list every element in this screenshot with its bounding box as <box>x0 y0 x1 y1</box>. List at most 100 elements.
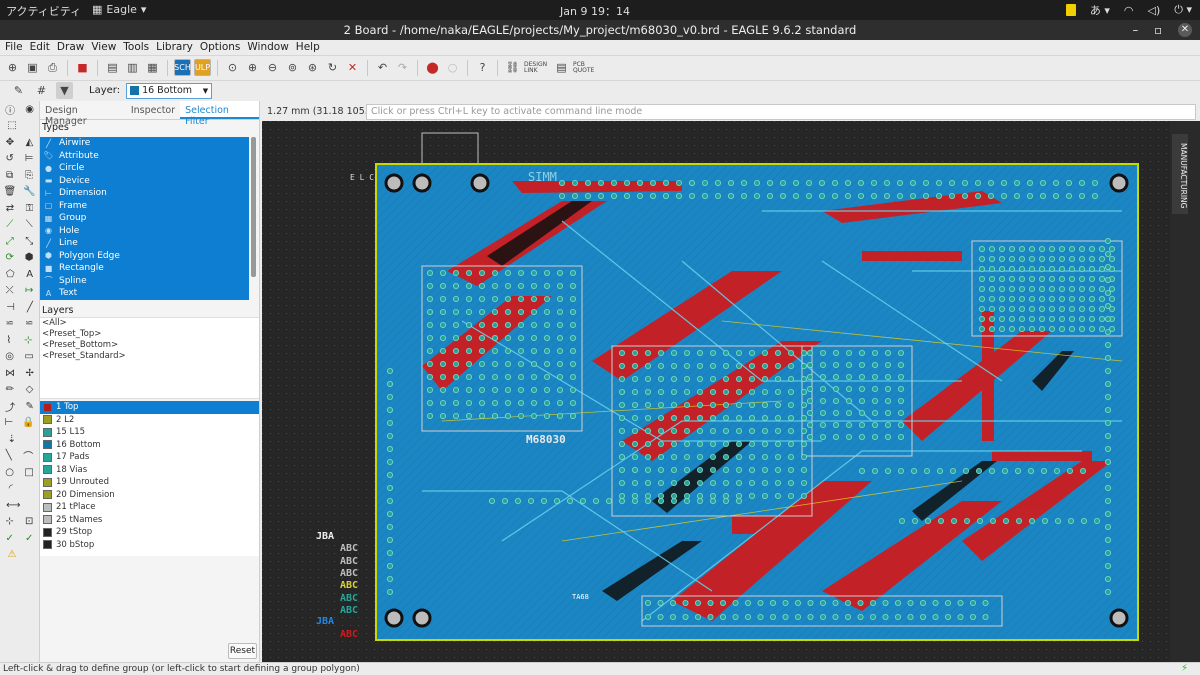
meander-icon[interactable]: ⌇ <box>6 335 11 346</box>
circle-icon[interactable]: ○ <box>5 467 14 478</box>
layer-item[interactable]: 21 tPlace <box>40 501 259 514</box>
type-item-frame[interactable]: ▢ Frame <box>40 200 249 213</box>
mark-tool-icon[interactable]: ✎ <box>25 401 33 412</box>
close-icon[interactable]: ✕ <box>1178 23 1192 37</box>
arc-draw-icon[interactable]: ◜ <box>9 483 13 494</box>
preset-item[interactable]: <Preset_Bottom> <box>40 340 259 351</box>
menu-library[interactable]: Library <box>156 40 193 54</box>
menu-view[interactable]: View <box>91 40 116 54</box>
type-item-rectangle[interactable]: ■ Rectangle <box>40 262 249 275</box>
help-icon[interactable]: ? <box>474 59 491 76</box>
info-icon[interactable]: ⓘ <box>5 102 15 117</box>
via-icon[interactable]: ⬢ <box>25 252 34 263</box>
text-icon[interactable]: A <box>26 269 33 280</box>
tab-inspector[interactable]: Inspector <box>126 101 180 119</box>
arc-icon[interactable]: ⇣ <box>8 434 16 445</box>
type-item-group[interactable]: ▦ Group <box>40 212 249 225</box>
smash-icon[interactable]: ⤫ <box>6 285 14 296</box>
rectangle-icon[interactable]: □ <box>24 467 33 478</box>
preset-item[interactable]: <Preset_Standard> <box>40 351 259 362</box>
pcb-quote-button[interactable]: PCB QUOTE <box>573 61 599 74</box>
reset-button[interactable]: Reset <box>228 643 257 659</box>
minimize-icon[interactable]: – <box>1132 23 1138 37</box>
cam-icon[interactable]: ■ <box>74 59 91 76</box>
pad-icon[interactable]: ◎ <box>5 351 14 362</box>
pcb-quote-icon[interactable]: ▤ <box>553 59 570 76</box>
type-item-airwire[interactable]: ╱ Airwire <box>40 137 249 150</box>
polygon-icon[interactable]: ⬠ <box>6 269 15 280</box>
layer-item[interactable]: 2 L2 <box>40 414 259 427</box>
drc-icon[interactable]: ✓ <box>25 533 33 544</box>
type-item-text[interactable]: A Text <box>40 287 249 300</box>
activities-button[interactable]: アクティビティ <box>6 3 81 19</box>
zoom-in-icon[interactable]: ⊕ <box>244 59 261 76</box>
design-link-button[interactable]: DESIGN LINK <box>524 61 550 74</box>
ime-indicator[interactable]: あ ▾ <box>1090 2 1110 18</box>
notes-icon[interactable] <box>1065 4 1076 16</box>
type-item-attribute[interactable]: 🏷 Attribute <box>40 150 249 163</box>
manufacturing-panel-tab[interactable]: MANUFACTURING <box>1172 134 1188 214</box>
type-item-hole[interactable]: ◉ Hole <box>40 225 249 238</box>
type-item-circle[interactable]: ● Circle <box>40 162 249 175</box>
zoom-last-icon[interactable]: ⊛ <box>304 59 321 76</box>
wire-icon[interactable]: ╲ <box>6 450 12 461</box>
ratsnest-icon[interactable]: ✕ <box>344 59 361 76</box>
menu-draw[interactable]: Draw <box>57 40 84 54</box>
lock-part-icon[interactable]: 🔒 <box>22 417 34 428</box>
redraw-icon[interactable]: ↻ <box>324 59 341 76</box>
lock-icon[interactable]: ⚿ <box>26 203 34 214</box>
layer-settings-icon[interactable]: ✎ <box>10 82 27 99</box>
menu-edit[interactable]: Edit <box>30 40 50 54</box>
stop-icon[interactable]: ⬤ <box>424 59 441 76</box>
change-tool-icon[interactable]: ◇ <box>26 384 34 395</box>
group-select-icon[interactable]: ⬚ <box>7 120 16 131</box>
menu-options[interactable]: Options <box>200 40 241 54</box>
command-line-input[interactable]: Click or press Ctrl+L key to activate co… <box>366 104 1196 120</box>
type-item-line[interactable]: ╱ Line <box>40 237 249 250</box>
layer-item[interactable]: 16 Bottom <box>40 439 259 452</box>
clock[interactable]: Jan 9 19：14 <box>560 3 630 19</box>
smd-icon[interactable]: ▭ <box>24 351 33 362</box>
design-link-icon[interactable]: ⛓ <box>504 59 521 76</box>
go-icon[interactable]: ○ <box>444 59 461 76</box>
zoom-out-icon[interactable]: ⊖ <box>264 59 281 76</box>
replace-icon[interactable]: ⇄ <box>6 203 14 214</box>
delete-icon[interactable]: 🗑 <box>3 186 16 197</box>
attribute-icon[interactable]: ✏ <box>6 384 14 395</box>
restore-icon[interactable]: ▫ <box>1154 23 1162 37</box>
slice-icon[interactable]: ⟳ <box>5 252 13 263</box>
name-icon[interactable]: ⋍ <box>6 318 14 329</box>
save-icon[interactable]: ▣ <box>24 59 41 76</box>
measure-icon[interactable]: ⟷ <box>6 500 20 511</box>
layer-item[interactable]: 15 L15 <box>40 426 259 439</box>
board-icon[interactable]: ▤ <box>104 59 121 76</box>
preset-item[interactable]: <All> <box>40 318 259 329</box>
optimize-icon[interactable]: ⤡ <box>25 236 33 247</box>
change-icon[interactable]: 🔧 <box>23 186 35 197</box>
lightning-icon[interactable]: ⚡ <box>1181 663 1188 675</box>
rotate-icon[interactable]: ↺ <box>5 153 13 164</box>
filter-icon[interactable]: ▼ <box>56 82 73 99</box>
autoroute-icon[interactable]: ⊹ <box>24 335 32 346</box>
drc-route-icon[interactable]: ⤴ <box>5 399 15 414</box>
copy-icon[interactable]: ⧉ <box>6 170 13 181</box>
layer-item[interactable]: 17 Pads <box>40 451 259 464</box>
layer-item[interactable]: 1 Top <box>40 401 259 414</box>
ratsnest-tool-icon[interactable]: ⋈ <box>5 368 15 379</box>
move-icon[interactable]: ✥ <box>6 137 14 148</box>
print-icon[interactable]: ⎙ <box>44 59 61 76</box>
schematic-switch-button[interactable]: SCH <box>174 59 191 76</box>
ripup-icon[interactable]: ⟍ <box>26 219 33 230</box>
redo-icon[interactable]: ↷ <box>394 59 411 76</box>
preset-item[interactable]: <Preset_Top> <box>40 329 259 340</box>
grid-icon[interactable]: # <box>33 82 50 99</box>
curve-icon[interactable]: ⌒ <box>23 448 33 463</box>
power-icon[interactable]: ⏻ ▾ <box>1174 3 1192 17</box>
layer-item[interactable]: 20 Dimension <box>40 489 259 502</box>
menu-window[interactable]: Window <box>247 40 288 54</box>
layer-item[interactable]: 25 tNames <box>40 514 259 527</box>
type-item-spline[interactable]: ⌒ Spline <box>40 275 249 288</box>
layer-item[interactable]: 29 tStop <box>40 526 259 539</box>
value-icon[interactable]: ⋍ <box>25 318 33 329</box>
mark-icon[interactable]: ✢ <box>25 368 33 379</box>
